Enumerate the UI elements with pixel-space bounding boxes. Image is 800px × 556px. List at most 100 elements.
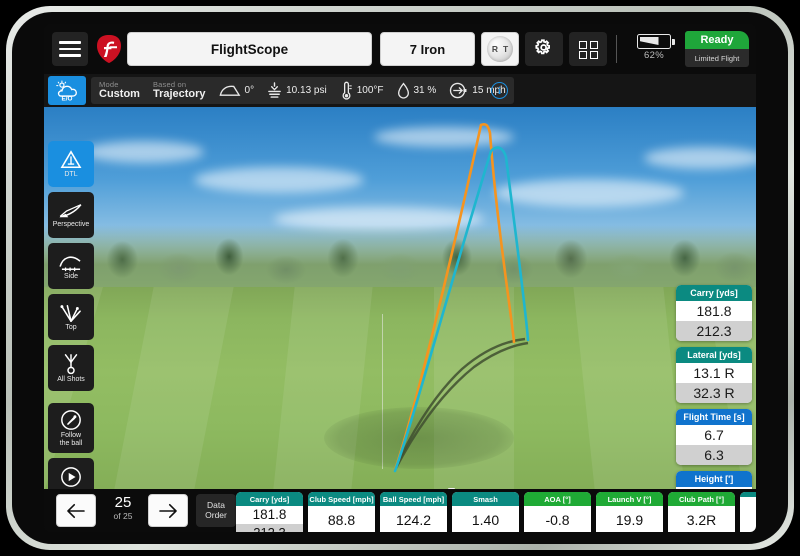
right-card[interactable]: Flight Time [s] 6.7 6.3 — [676, 409, 752, 465]
battery-indicator: 62% — [630, 34, 678, 61]
bottom-card-title: Club Speed [mph] — [308, 492, 375, 506]
follow-ball-button[interactable]: Follow the ball — [48, 403, 94, 453]
bottom-card[interactable]: Smash 1.40 — [452, 492, 519, 532]
bottom-toolbar: 25 of 25 Data Order ••• More Carry [yds]… — [44, 489, 756, 532]
right-card-value-primary: 6.7 — [676, 425, 752, 445]
evo-mode-button[interactable]: E/O — [48, 76, 86, 105]
bottom-card[interactable]: Carry [yds]181.8212.3 — [236, 492, 303, 532]
view-rail: DTL Perspective Side Top All Shots — [48, 141, 94, 396]
side-icon — [59, 256, 81, 271]
pressure-icon — [268, 82, 281, 98]
bottom-card[interactable]: Launch V [°] 19.9 — [596, 492, 663, 532]
shot-visualization-scene[interactable]: DTL Perspective Side Top All Shots Follo… — [44, 107, 756, 489]
view-button-top[interactable]: Top — [48, 294, 94, 340]
bottom-metric-cards: Carry [yds]181.8212.3Club Speed [mph]88.… — [236, 492, 756, 532]
bottom-card-value-primary: 124.2 — [380, 506, 447, 532]
thermometer-icon — [342, 81, 352, 100]
hamburger-icon[interactable] — [52, 32, 88, 66]
view-label-top: Top — [65, 323, 77, 331]
bottom-card-value-primary: 181.8 — [236, 506, 303, 524]
view-label-all-shots: All Shots — [57, 375, 85, 383]
shot-counter: 25 of 25 — [102, 494, 144, 527]
battery-icon — [637, 34, 675, 49]
bottom-card[interactable]: Club Path [°] 3.2R — [668, 492, 735, 532]
session-title-field[interactable]: FlightScope — [127, 32, 372, 66]
right-card-title: Carry [yds] — [676, 285, 752, 301]
toolbar-divider — [616, 35, 617, 63]
slope-icon — [219, 85, 240, 96]
view-button-dtl[interactable]: DTL — [48, 141, 94, 187]
bottom-card-title: Carry [yds] — [236, 492, 303, 506]
mode-readout: Mode Custom — [99, 80, 140, 100]
right-card-value-secondary: 6.3 — [676, 445, 752, 465]
follow-ball-icon — [61, 409, 81, 430]
data-order-label-2: Order — [205, 509, 227, 520]
info-icon[interactable]: i — [491, 82, 508, 99]
replay-button[interactable]: Replay — [48, 458, 94, 489]
environment-readouts: Mode Custom Based on Trajectory 0° 10.13… — [91, 77, 514, 104]
next-shot-button[interactable] — [148, 494, 188, 527]
view-button-side[interactable]: Side — [48, 243, 94, 289]
data-order-button[interactable]: Data Order — [196, 494, 236, 527]
slope-readout: 0° — [219, 84, 255, 98]
arrow-left-icon — [67, 503, 85, 518]
top-icon — [60, 304, 81, 322]
bottom-card-value-primary: 88.8 — [308, 506, 375, 532]
right-card[interactable]: Carry [yds] 181.8 212.3 — [676, 285, 752, 341]
tablet-device: FlightScope 7 Iron RT 62% Ready Limited … — [0, 0, 800, 556]
flightscope-logo — [95, 34, 123, 64]
previous-shot-button[interactable] — [56, 494, 96, 527]
pressure-value: 10.13 psi — [286, 85, 327, 96]
right-metric-cards: Carry [yds] 181.8 212.3 Lateral [yds] 13.1 R… — [676, 285, 752, 489]
status-badge[interactable]: Ready Limited Flight — [685, 31, 749, 67]
bottom-card-value-primary: 1.40 — [452, 506, 519, 532]
temperature-value: 100°F — [356, 85, 384, 96]
right-card[interactable]: Lateral [yds] 13.1 R 32.3 R — [676, 347, 752, 403]
club-selector[interactable]: 7 Iron — [380, 32, 475, 66]
layout-grid-button[interactable] — [569, 32, 607, 66]
view-label-perspective: Perspective — [52, 220, 90, 228]
slope-value: 0° — [244, 85, 255, 96]
bottom-card-title: Ball Speed [mph] — [380, 492, 447, 506]
bottom-card-value-primary — [740, 497, 756, 510]
view-button-perspective[interactable]: Perspective — [48, 192, 94, 238]
right-card-value-secondary: 32.3 R — [676, 383, 752, 403]
top-toolbar: FlightScope 7 Iron RT 62% Ready Limited … — [44, 24, 756, 74]
right-card-title: Height ['] — [676, 471, 752, 487]
bottom-card-value-primary: 19.9 — [596, 506, 663, 532]
wind-icon — [450, 82, 467, 99]
bottom-card-title: AOA [°] — [524, 492, 591, 506]
status-subtitle: Limited Flight — [694, 53, 740, 63]
based-on-value: Trajectory — [152, 87, 206, 100]
bottom-card[interactable]: Ball Speed [mph] 124.2 — [380, 492, 447, 532]
svg-text:E/O: E/O — [62, 95, 73, 102]
mode-value: Custom — [99, 87, 140, 100]
shot-total: of 25 — [113, 511, 133, 521]
ball-type-button[interactable]: RT — [481, 32, 519, 66]
based-on-readout: Based on Trajectory — [152, 80, 206, 100]
bottom-card[interactable] — [740, 492, 756, 532]
dtl-icon — [60, 150, 82, 168]
bottom-card-title: Launch V [°] — [596, 492, 663, 506]
bottom-card-value-primary: -0.8 — [524, 506, 591, 532]
right-card[interactable]: Height [']112.6102.6 — [676, 471, 752, 489]
evo-icon: E/O — [56, 80, 77, 102]
bottom-card[interactable]: Club Speed [mph] 88.8 — [308, 492, 375, 532]
shot-number: 25 — [114, 494, 132, 511]
view-label-side: Side — [63, 272, 78, 280]
battery-percent: 62% — [644, 50, 664, 61]
perspective-icon — [59, 203, 82, 218]
humidity-value: 31 % — [413, 85, 437, 96]
view-button-all-shots[interactable]: All Shots — [48, 345, 94, 391]
playback-rail: Follow the ball Replay — [48, 403, 94, 489]
settings-button[interactable] — [525, 32, 563, 66]
temperature-readout: 100°F — [340, 81, 384, 100]
trajectory-overlay — [393, 122, 530, 473]
humidity-icon — [397, 82, 409, 99]
right-card-title: Lateral [yds] — [676, 347, 752, 363]
status-title: Ready — [685, 31, 749, 49]
right-card-value-primary: 13.1 R — [676, 363, 752, 383]
right-card-title: Flight Time [s] — [676, 409, 752, 425]
app-screen: FlightScope 7 Iron RT 62% Ready Limited … — [44, 24, 756, 532]
bottom-card[interactable]: AOA [°] -0.8 — [524, 492, 591, 532]
